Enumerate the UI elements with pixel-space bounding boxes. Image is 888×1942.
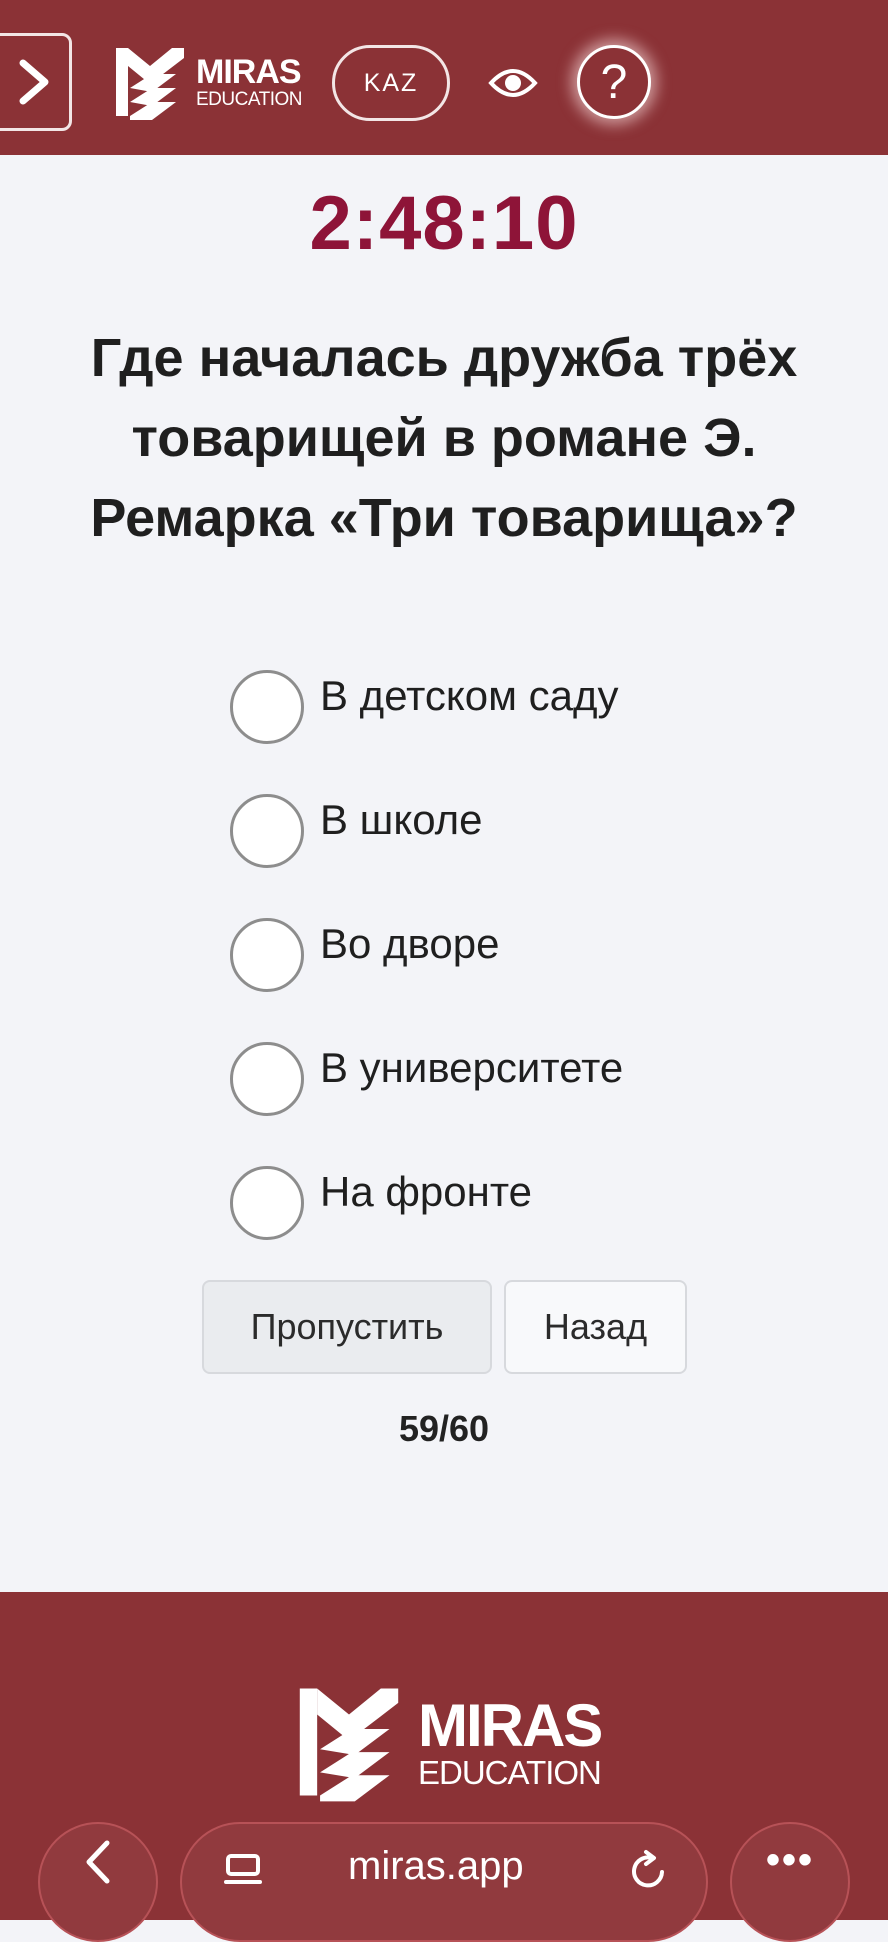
answer-option[interactable]: В детском саду [230,645,850,769]
answer-options: В детском саду В школе Во дворе В универ… [230,645,850,1265]
logo-title: MIRAS [196,53,302,91]
eye-icon [488,69,538,97]
radio-button[interactable] [230,794,304,868]
question-text: Где началась дружба трёх товарищей в ром… [90,328,798,548]
help-button[interactable]: ? [577,45,651,119]
back-button[interactable]: Назад [504,1280,687,1374]
answer-option[interactable]: В школе [230,769,850,893]
app-header: MIRAS EDUCATION KAZ ? [0,0,888,155]
footer-logo[interactable]: MIRAS EDUCATION [294,1682,603,1802]
more-dots-icon: ••• [765,1838,814,1882]
chevron-left-icon [86,1840,110,1884]
reload-icon[interactable] [626,1848,672,1894]
sidebar-toggle-button[interactable] [0,33,72,131]
accessibility-button[interactable] [488,60,538,106]
radio-button[interactable] [230,918,304,992]
miras-logo-icon [116,48,184,120]
browser-address-bar[interactable]: miras.app [180,1822,708,1942]
answer-label: В школе [320,796,483,843]
answer-option[interactable]: В университете [230,1017,850,1141]
language-button[interactable]: KAZ [332,45,450,121]
question-counter: 59/60 [398,1408,490,1449]
radio-button[interactable] [230,1166,304,1240]
logo-subtitle: EDUCATION [418,1753,602,1791]
chevron-right-icon [19,59,49,105]
url-text: miras.app [348,1844,524,1888]
browser-more-button[interactable]: ••• [730,1822,850,1942]
countdown-timer: 2:48:10 [309,181,579,266]
radio-button[interactable] [230,1042,304,1116]
radio-button[interactable] [230,670,304,744]
answer-label: В университете [320,1044,624,1091]
browser-back-button[interactable] [38,1822,158,1942]
answer-label: На фронте [320,1168,532,1215]
logo-title: MIRAS [418,1691,603,1759]
answer-label: В детском саду [320,672,619,719]
header-logo[interactable]: MIRAS EDUCATION [112,44,302,120]
tabs-icon[interactable] [222,1850,266,1894]
question-mark-icon: ? [600,55,628,109]
answer-option[interactable]: Во дворе [230,893,850,1017]
miras-logo-icon [299,1688,399,1802]
skip-button[interactable]: Пропустить [202,1280,492,1374]
answer-option[interactable]: На фронте [230,1141,850,1265]
answer-label: Во дворе [320,920,500,967]
logo-subtitle: EDUCATION [196,89,302,110]
